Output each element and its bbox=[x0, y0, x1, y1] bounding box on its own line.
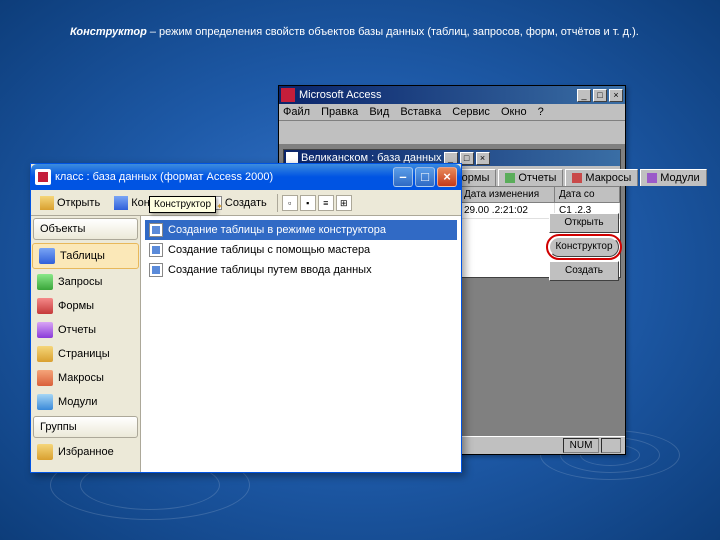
group-objects[interactable]: Объекты bbox=[33, 218, 138, 240]
close-button[interactable]: × bbox=[437, 167, 457, 187]
sidebar-item-queries[interactable]: Запросы bbox=[31, 270, 140, 294]
query-icon bbox=[37, 274, 53, 290]
back-title-text: Microsoft Access bbox=[299, 89, 382, 101]
page-icon bbox=[37, 346, 53, 362]
report-icon bbox=[37, 322, 53, 338]
access-xp-window: класс : база данных (формат Access 2000)… bbox=[30, 163, 462, 473]
menu-window[interactable]: Окно bbox=[501, 106, 527, 118]
designer-button[interactable]: Конструктор bbox=[549, 237, 619, 257]
open-icon bbox=[40, 196, 54, 210]
report-icon bbox=[505, 173, 515, 183]
toolbar-open[interactable]: Открыть bbox=[34, 193, 106, 213]
open-button[interactable]: Открыть bbox=[549, 213, 619, 233]
child-close-button[interactable]: × bbox=[476, 152, 490, 165]
minimize-button[interactable]: _ bbox=[577, 89, 591, 102]
minimize-button[interactable]: – bbox=[393, 167, 413, 187]
wizard-icon bbox=[149, 223, 163, 237]
group-groups[interactable]: Группы bbox=[33, 416, 138, 438]
form-icon bbox=[37, 298, 53, 314]
grid-header-modified[interactable]: Дата изменения bbox=[460, 187, 555, 202]
tab-modules[interactable]: Модули bbox=[640, 169, 706, 186]
menu-file[interactable]: Файл bbox=[283, 106, 310, 118]
maximize-button[interactable]: □ bbox=[593, 89, 607, 102]
list-item[interactable]: Создание таблицы в режиме конструктора bbox=[145, 220, 457, 240]
status-num: NUM bbox=[563, 438, 600, 453]
macro-icon bbox=[572, 173, 582, 183]
menu-view[interactable]: Вид bbox=[369, 106, 389, 118]
sidebar-item-forms[interactable]: Формы bbox=[31, 294, 140, 318]
sidebar-item-macros[interactable]: Макросы bbox=[31, 366, 140, 390]
favorites-icon bbox=[37, 444, 53, 460]
module-icon bbox=[37, 394, 53, 410]
access-icon bbox=[281, 88, 295, 102]
front-titlebar[interactable]: класс : база данных (формат Access 2000)… bbox=[31, 164, 461, 190]
back-toolbar[interactable] bbox=[279, 121, 625, 145]
status-seg bbox=[601, 438, 621, 453]
back-titlebar[interactable]: Microsoft Access _ □ × bbox=[279, 86, 625, 104]
grid-header-created[interactable]: Дата со bbox=[555, 187, 620, 202]
sidebar-item-favorites[interactable]: Избранное bbox=[31, 440, 140, 464]
close-button[interactable]: × bbox=[609, 89, 623, 102]
menu-help[interactable]: ? bbox=[538, 106, 544, 118]
sidebar-item-modules[interactable]: Модули bbox=[31, 390, 140, 414]
front-toolbar: Открыть Конструктор Создать ▫ ▪ ≡ ⊞ bbox=[31, 190, 461, 216]
maximize-button[interactable]: □ bbox=[415, 167, 435, 187]
list-item[interactable]: Создание таблицы с помощью мастера bbox=[145, 240, 457, 260]
designer-tooltip: Конструктор bbox=[149, 196, 216, 213]
sidebar-item-pages[interactable]: Страницы bbox=[31, 342, 140, 366]
sidebar-item-reports[interactable]: Отчеты bbox=[31, 318, 140, 342]
toolbar-small-4[interactable]: ⊞ bbox=[336, 195, 352, 211]
toolbar-small-1[interactable]: ▫ bbox=[282, 195, 298, 211]
sidebar-item-tables[interactable]: Таблицы bbox=[32, 243, 139, 269]
designer-icon bbox=[114, 196, 128, 210]
module-icon bbox=[647, 173, 657, 183]
back-menubar[interactable]: Файл Правка Вид Вставка Сервис Окно ? bbox=[279, 104, 625, 121]
front-sidebar: Объекты Таблицы Запросы Формы Отчеты Стр… bbox=[31, 216, 141, 472]
wizard-icon bbox=[149, 243, 163, 257]
tab-macros[interactable]: Макросы bbox=[565, 169, 638, 186]
db-icon bbox=[35, 169, 51, 185]
front-title-text: класс : база данных (формат Access 2000) bbox=[55, 171, 273, 183]
back-side-buttons: Открыть Конструктор Создать bbox=[549, 213, 619, 281]
create-button[interactable]: Создать bbox=[549, 261, 619, 281]
wizard-icon bbox=[149, 263, 163, 277]
menu-tools[interactable]: Сервис bbox=[452, 106, 490, 118]
tab-reports[interactable]: Отчеты bbox=[498, 169, 563, 186]
table-icon bbox=[39, 248, 55, 264]
menu-insert[interactable]: Вставка bbox=[400, 106, 441, 118]
list-item[interactable]: Создание таблицы путем ввода данных bbox=[145, 260, 457, 280]
toolbar-small-2[interactable]: ▪ bbox=[300, 195, 316, 211]
menu-edit[interactable]: Правка bbox=[321, 106, 358, 118]
front-list[interactable]: Создание таблицы в режиме конструктора С… bbox=[141, 216, 461, 472]
description-text: Конструктор – режим определения свойств … bbox=[0, 0, 720, 42]
toolbar-small-3[interactable]: ≡ bbox=[318, 195, 334, 211]
macro-icon bbox=[37, 370, 53, 386]
